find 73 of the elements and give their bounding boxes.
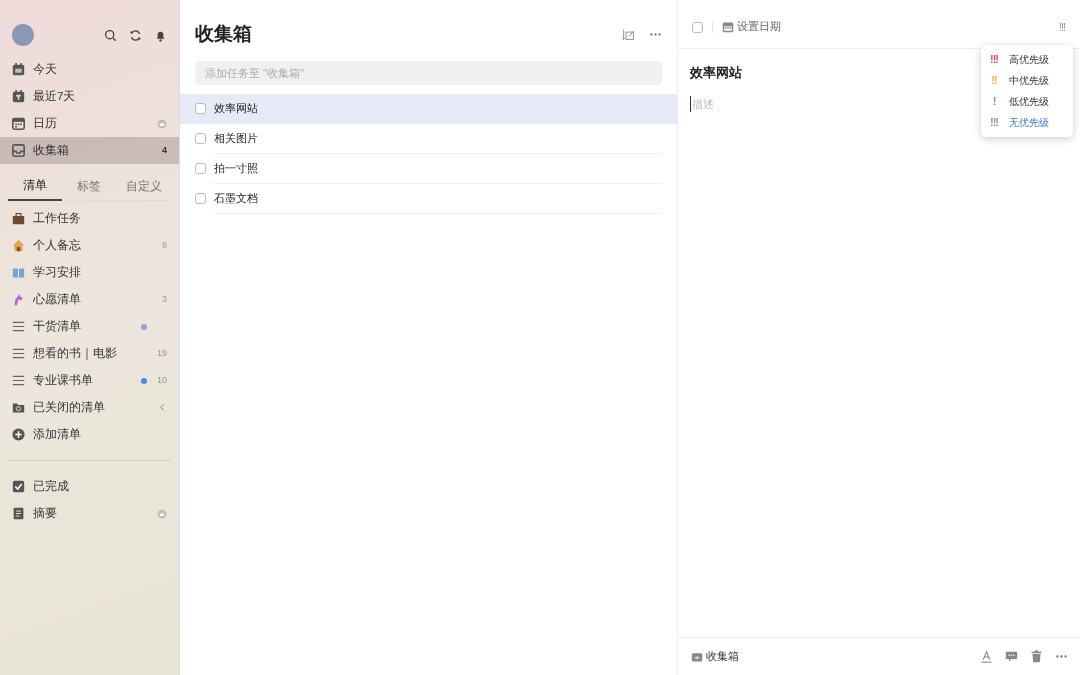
add-task-field[interactable]: 添加任务至 "收集箱": [195, 60, 662, 85]
sidebar-item[interactable]: 学习安排: [0, 259, 179, 287]
list-icon: [12, 374, 25, 388]
calendar-icon: [12, 117, 25, 130]
item-count: 10: [156, 374, 167, 387]
sidebar-item[interactable]: 收集箱 4: [0, 137, 179, 164]
house-icon: [12, 239, 25, 253]
sidebar-item[interactable]: 工作任务: [0, 205, 179, 233]
comment-icon: [1005, 650, 1018, 663]
checkbox-icon: [12, 480, 25, 494]
folder-icon: [12, 401, 25, 415]
sidebar-item[interactable]: 已完成: [0, 473, 179, 501]
inbox-icon: [12, 144, 25, 157]
inbox-icon: [691, 650, 703, 663]
task-title: 拍一寸照: [214, 160, 258, 176]
task-checkbox[interactable]: [195, 133, 206, 144]
menu-item[interactable]: !!! 高优先级: [981, 49, 1073, 70]
item-count: 4: [161, 143, 167, 157]
item-count: 8: [161, 239, 167, 252]
priority-mark: !!: [990, 73, 998, 89]
task-checkbox[interactable]: [692, 21, 703, 33]
list-icon: [12, 320, 25, 334]
priority-mark: !!!: [989, 52, 999, 68]
calendar-icon: [12, 63, 25, 76]
list-icon: [12, 347, 25, 361]
sidebar-item[interactable]: 今天: [0, 56, 179, 83]
priority-mark: !: [991, 94, 997, 110]
priority-mark: !!!: [989, 115, 999, 131]
briefcase-icon: [12, 212, 25, 226]
task-row[interactable]: 拍一寸照: [180, 153, 677, 184]
calendar-icon: [12, 90, 25, 103]
menu-item[interactable]: ! 低优先级: [981, 91, 1073, 112]
list-tab[interactable]: 标签: [62, 172, 117, 202]
task-title: 效率网站: [214, 100, 258, 116]
text-format-icon: [980, 650, 993, 663]
avatar[interactable]: [12, 24, 34, 46]
task-checkbox[interactable]: [195, 103, 206, 114]
task-row[interactable]: 效率网站: [180, 93, 677, 124]
list-title: 收集箱: [195, 23, 252, 44]
trash-icon: [1030, 650, 1043, 663]
task-checkbox[interactable]: [195, 193, 206, 204]
menu-item[interactable]: !!! 无优先级: [981, 112, 1073, 133]
sidebar-item[interactable]: 想看的书｜电影 19: [0, 340, 179, 368]
sidebar-item[interactable]: 添加清单: [0, 421, 179, 449]
set-date-button[interactable]: 设置日期: [722, 19, 781, 35]
sidebar-item[interactable]: 日历: [0, 110, 179, 137]
list-tab[interactable]: 自定义: [116, 172, 171, 202]
task-title: 效率网站: [690, 64, 742, 82]
item-count: 19: [156, 347, 167, 360]
book-icon: [12, 266, 25, 280]
menu-item[interactable]: !! 中优先级: [981, 70, 1073, 91]
document-icon: [12, 507, 25, 521]
sidebar-item[interactable]: 心愿清单 3: [0, 286, 179, 314]
sort-icon: [622, 27, 635, 41]
sidebar-item[interactable]: 干货清单: [0, 313, 179, 341]
task-row[interactable]: 相关图片: [180, 123, 677, 154]
task-checkbox[interactable]: [195, 163, 206, 174]
item-count: 3: [161, 293, 167, 306]
task-title: 石墨文档: [214, 190, 258, 206]
sidebar-item[interactable]: 已关闭的清单: [0, 394, 179, 422]
list-button[interactable]: 收集箱: [691, 648, 739, 665]
calendar-icon: [722, 21, 734, 33]
task-title: 相关图片: [214, 130, 258, 146]
task-row[interactable]: 石墨文档: [180, 183, 677, 214]
sidebar-item[interactable]: 个人备忘 8: [0, 232, 179, 260]
search-icon: [104, 28, 117, 42]
sidebar-item[interactable]: 最近7天: [0, 83, 179, 110]
chevron-left-icon: [158, 403, 167, 413]
sidebar-item[interactable]: 摘要: [0, 500, 179, 528]
list-tab[interactable]: 清单: [8, 172, 63, 202]
add-icon: [12, 428, 25, 442]
sidebar-item[interactable]: 专业课书单 10: [0, 367, 179, 395]
sync-icon: [129, 28, 142, 42]
